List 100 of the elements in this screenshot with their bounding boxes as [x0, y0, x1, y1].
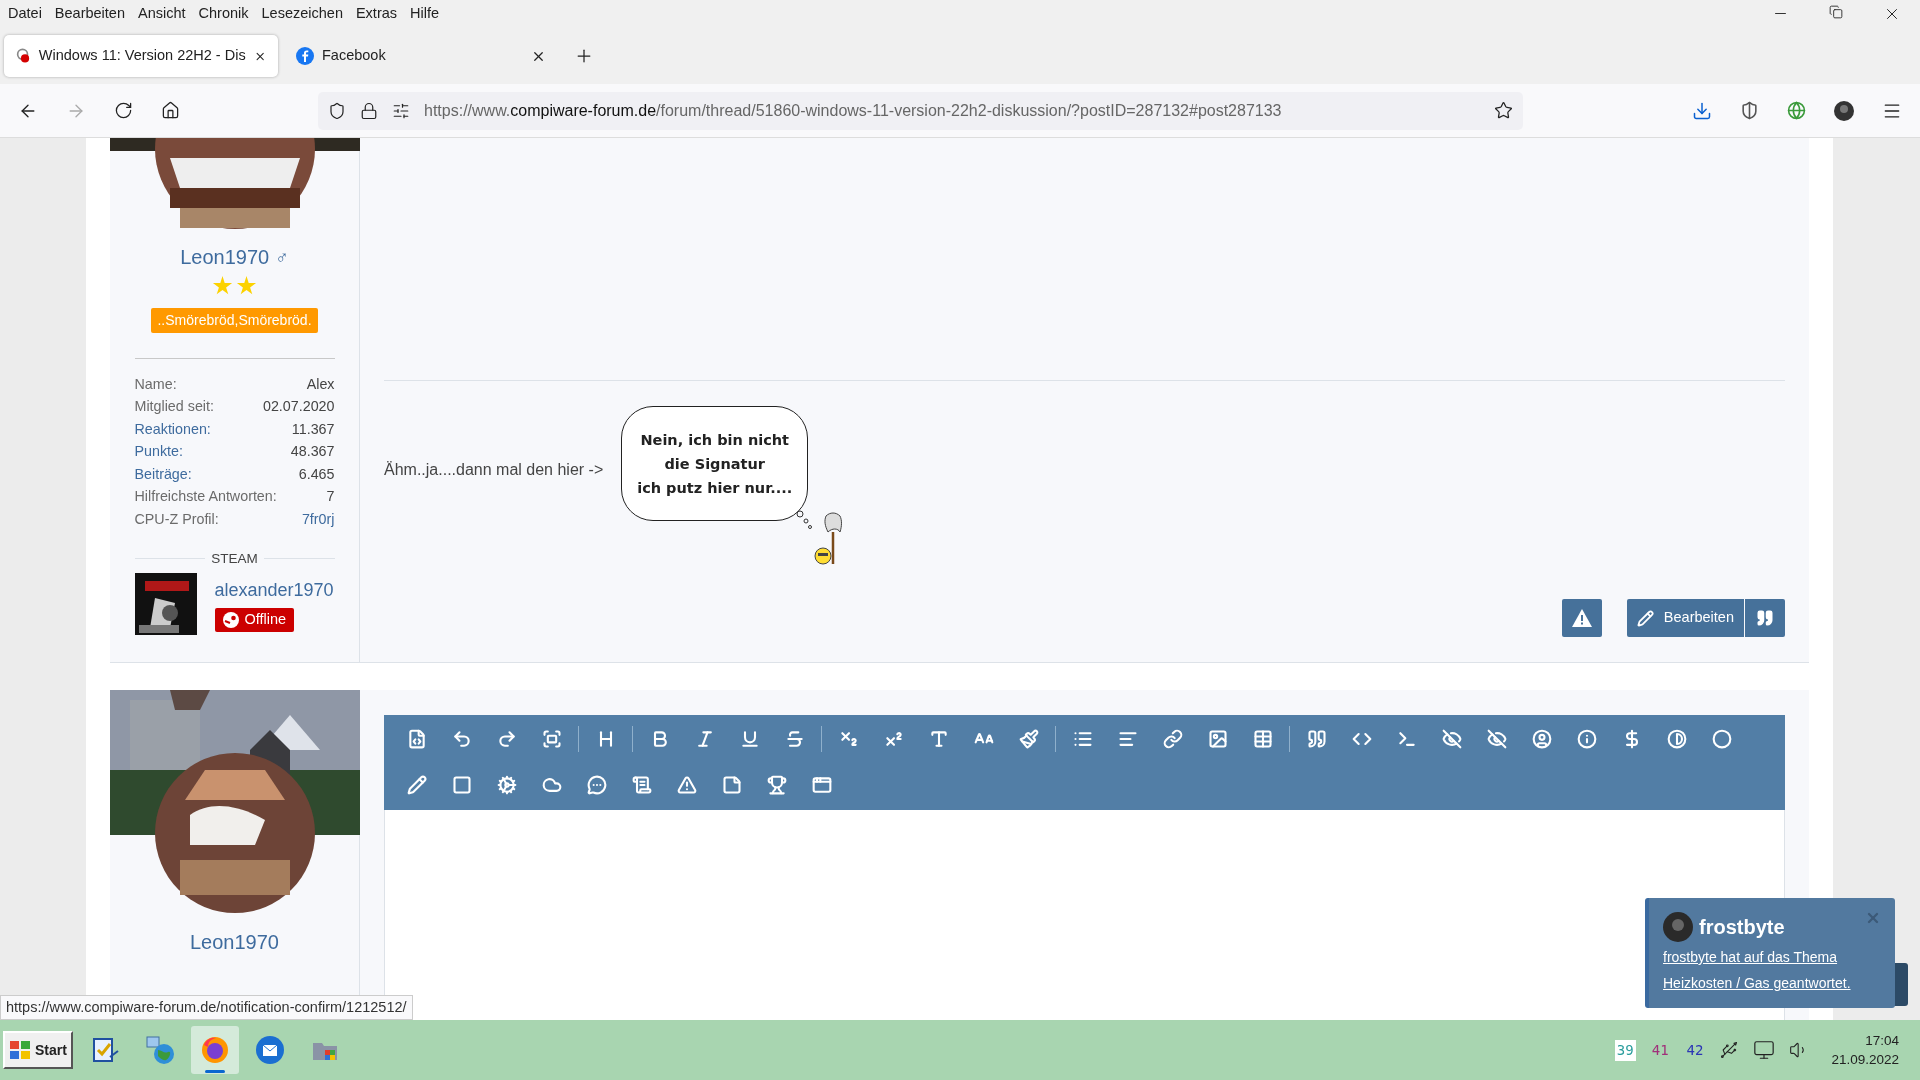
circle-icon[interactable]: [1711, 729, 1732, 749]
rank-badge: ..Smörebröd,Smörebröd.: [151, 308, 318, 333]
clock-date: 21.09.2022: [1831, 1051, 1899, 1069]
firefox-icon[interactable]: [199, 1035, 230, 1065]
menu-item[interactable]: Ansicht: [138, 3, 186, 25]
table-icon[interactable]: [1252, 729, 1273, 749]
user-avatar-icon: [1663, 912, 1693, 942]
globe-extension-icon[interactable]: [1787, 101, 1806, 120]
restore-icon[interactable]: [1829, 5, 1843, 19]
list-icon[interactable]: [1072, 729, 1093, 749]
username-link[interactable]: Leon1970: [190, 927, 279, 957]
link-icon[interactable]: [1162, 729, 1183, 749]
download-icon[interactable]: [1692, 100, 1712, 121]
url-field[interactable]: https://www.compiware-forum.de/forum/thread/51860-windows-11-version-22h2-diskussion/?postID=287132#post287133: [318, 91, 1523, 130]
align-left-icon[interactable]: [1117, 729, 1138, 749]
file-code-icon[interactable]: [406, 729, 427, 749]
stat-value[interactable]: 7fr0rj: [301, 508, 335, 530]
sticky-note-icon[interactable]: [721, 775, 742, 795]
cloud-icon[interactable]: [541, 775, 562, 795]
stat-label: CPU-Z Profil:: [134, 509, 219, 529]
speech-bubble-icon[interactable]: [586, 775, 607, 795]
shield-extension-icon[interactable]: [1740, 101, 1759, 120]
contrast-icon[interactable]: [1666, 729, 1687, 749]
stat-value: 02.07.2020: [262, 397, 335, 417]
fullscreen-icon[interactable]: [541, 729, 562, 749]
shield-icon[interactable]: [328, 101, 346, 120]
subscript-icon[interactable]: [838, 729, 859, 749]
pencil-icon[interactable]: [406, 775, 427, 795]
temperature-reading: 39: [1614, 1039, 1636, 1061]
menu-item[interactable]: Chronik: [198, 3, 249, 25]
tab-title: Windows 11: Version 22H2 - Dis: [38, 46, 246, 66]
network-globe-icon[interactable]: [143, 1034, 176, 1066]
edit-button[interactable]: Bearbeiten: [1626, 599, 1744, 637]
menu-item[interactable]: Hilfe: [410, 3, 440, 25]
user-circle-icon[interactable]: [1531, 729, 1552, 749]
warning-icon: [1571, 609, 1592, 627]
stat-value: 48.367: [290, 442, 335, 462]
quote-icon: [1756, 609, 1774, 627]
start-button[interactable]: Start: [3, 1031, 73, 1069]
temperature-reading: 42: [1685, 1040, 1705, 1060]
tab-title: Facebook: [322, 46, 387, 66]
scroll-text-icon[interactable]: [631, 775, 652, 795]
menu-item[interactable]: Lesezeichen: [261, 3, 343, 25]
redo-icon[interactable]: [496, 729, 517, 749]
underline-icon[interactable]: [739, 729, 760, 749]
cog-icon[interactable]: [496, 775, 517, 795]
paintbrush-icon[interactable]: [1018, 729, 1039, 749]
image-icon[interactable]: [1207, 729, 1228, 749]
stat-value: Alex: [306, 374, 335, 394]
speech-bubble: Nein, ich bin nicht die Signatur ich putz hier nur....: [621, 406, 809, 521]
browser-tab[interactable]: Windows 11: Version 22H2 - Dis: [4, 35, 278, 77]
usb-icon[interactable]: [1719, 1040, 1740, 1060]
eye-slash-icon[interactable]: [1486, 729, 1507, 749]
font-icon[interactable]: [928, 729, 949, 749]
post-text: Ähm..ja....dann mal den hier ->: [384, 459, 604, 480]
stat-value: 7: [326, 487, 335, 507]
taskbar-button[interactable]: [190, 1026, 239, 1074]
bookmark-star-icon[interactable]: [1494, 101, 1513, 120]
mail-client-icon[interactable]: [253, 1034, 286, 1066]
stat-label[interactable]: Reaktionen:: [134, 418, 211, 440]
warning-icon[interactable]: [676, 775, 697, 795]
stat-label[interactable]: Punkte:: [134, 441, 183, 463]
menu-item[interactable]: Bearbeiten: [54, 3, 125, 25]
eye-off-icon[interactable]: [1441, 729, 1462, 749]
gender-symbol: ♂: [275, 245, 289, 269]
stat-label: Name:: [134, 374, 177, 394]
notification-link[interactable]: frostbyte hat auf das Thema Heizkosten / Gas geantwortet.: [1663, 944, 1883, 996]
menu-item[interactable]: Extras: [355, 3, 398, 25]
monitor-icon[interactable]: [1753, 1039, 1776, 1061]
quote-button[interactable]: [1745, 599, 1785, 637]
notification-user: frostbyte: [1699, 915, 1785, 940]
undo-icon[interactable]: [451, 729, 472, 749]
steam-heading: STEAM: [211, 549, 258, 568]
stat-label: Mitglied seit:: [134, 397, 214, 417]
steam-username-link[interactable]: alexander1970: [214, 576, 334, 604]
clock-time: 17:04: [1865, 1032, 1899, 1050]
temperature-reading: 41: [1650, 1040, 1670, 1060]
app-window-icon[interactable]: [811, 775, 832, 795]
browser-tab[interactable]: Facebook: [284, 35, 558, 77]
steam-icon: [222, 611, 239, 628]
superscript-icon[interactable]: [883, 729, 904, 749]
username-link[interactable]: Leon1970: [180, 242, 270, 272]
terminal-icon[interactable]: [1396, 729, 1417, 749]
steam-status-badge: Offline: [214, 607, 295, 632]
info-icon[interactable]: [1576, 729, 1597, 749]
reload-icon[interactable]: [114, 101, 133, 120]
home-icon[interactable]: [161, 101, 180, 120]
trophy-icon[interactable]: [766, 775, 787, 795]
menu-item[interactable]: Datei: [8, 3, 42, 25]
stat-label[interactable]: Beiträge:: [134, 463, 192, 485]
forum-icon: [16, 47, 31, 65]
quote-icon[interactable]: [1306, 729, 1327, 749]
account-avatar-icon[interactable]: [1834, 100, 1854, 121]
report-button[interactable]: [1561, 599, 1602, 637]
pencil-icon: [1636, 609, 1654, 627]
strikethrough-icon[interactable]: [784, 729, 805, 749]
facebook-icon: [296, 47, 314, 65]
square-icon[interactable]: [451, 775, 472, 795]
lock-icon[interactable]: [360, 101, 378, 120]
permissions-icon[interactable]: [392, 101, 410, 120]
